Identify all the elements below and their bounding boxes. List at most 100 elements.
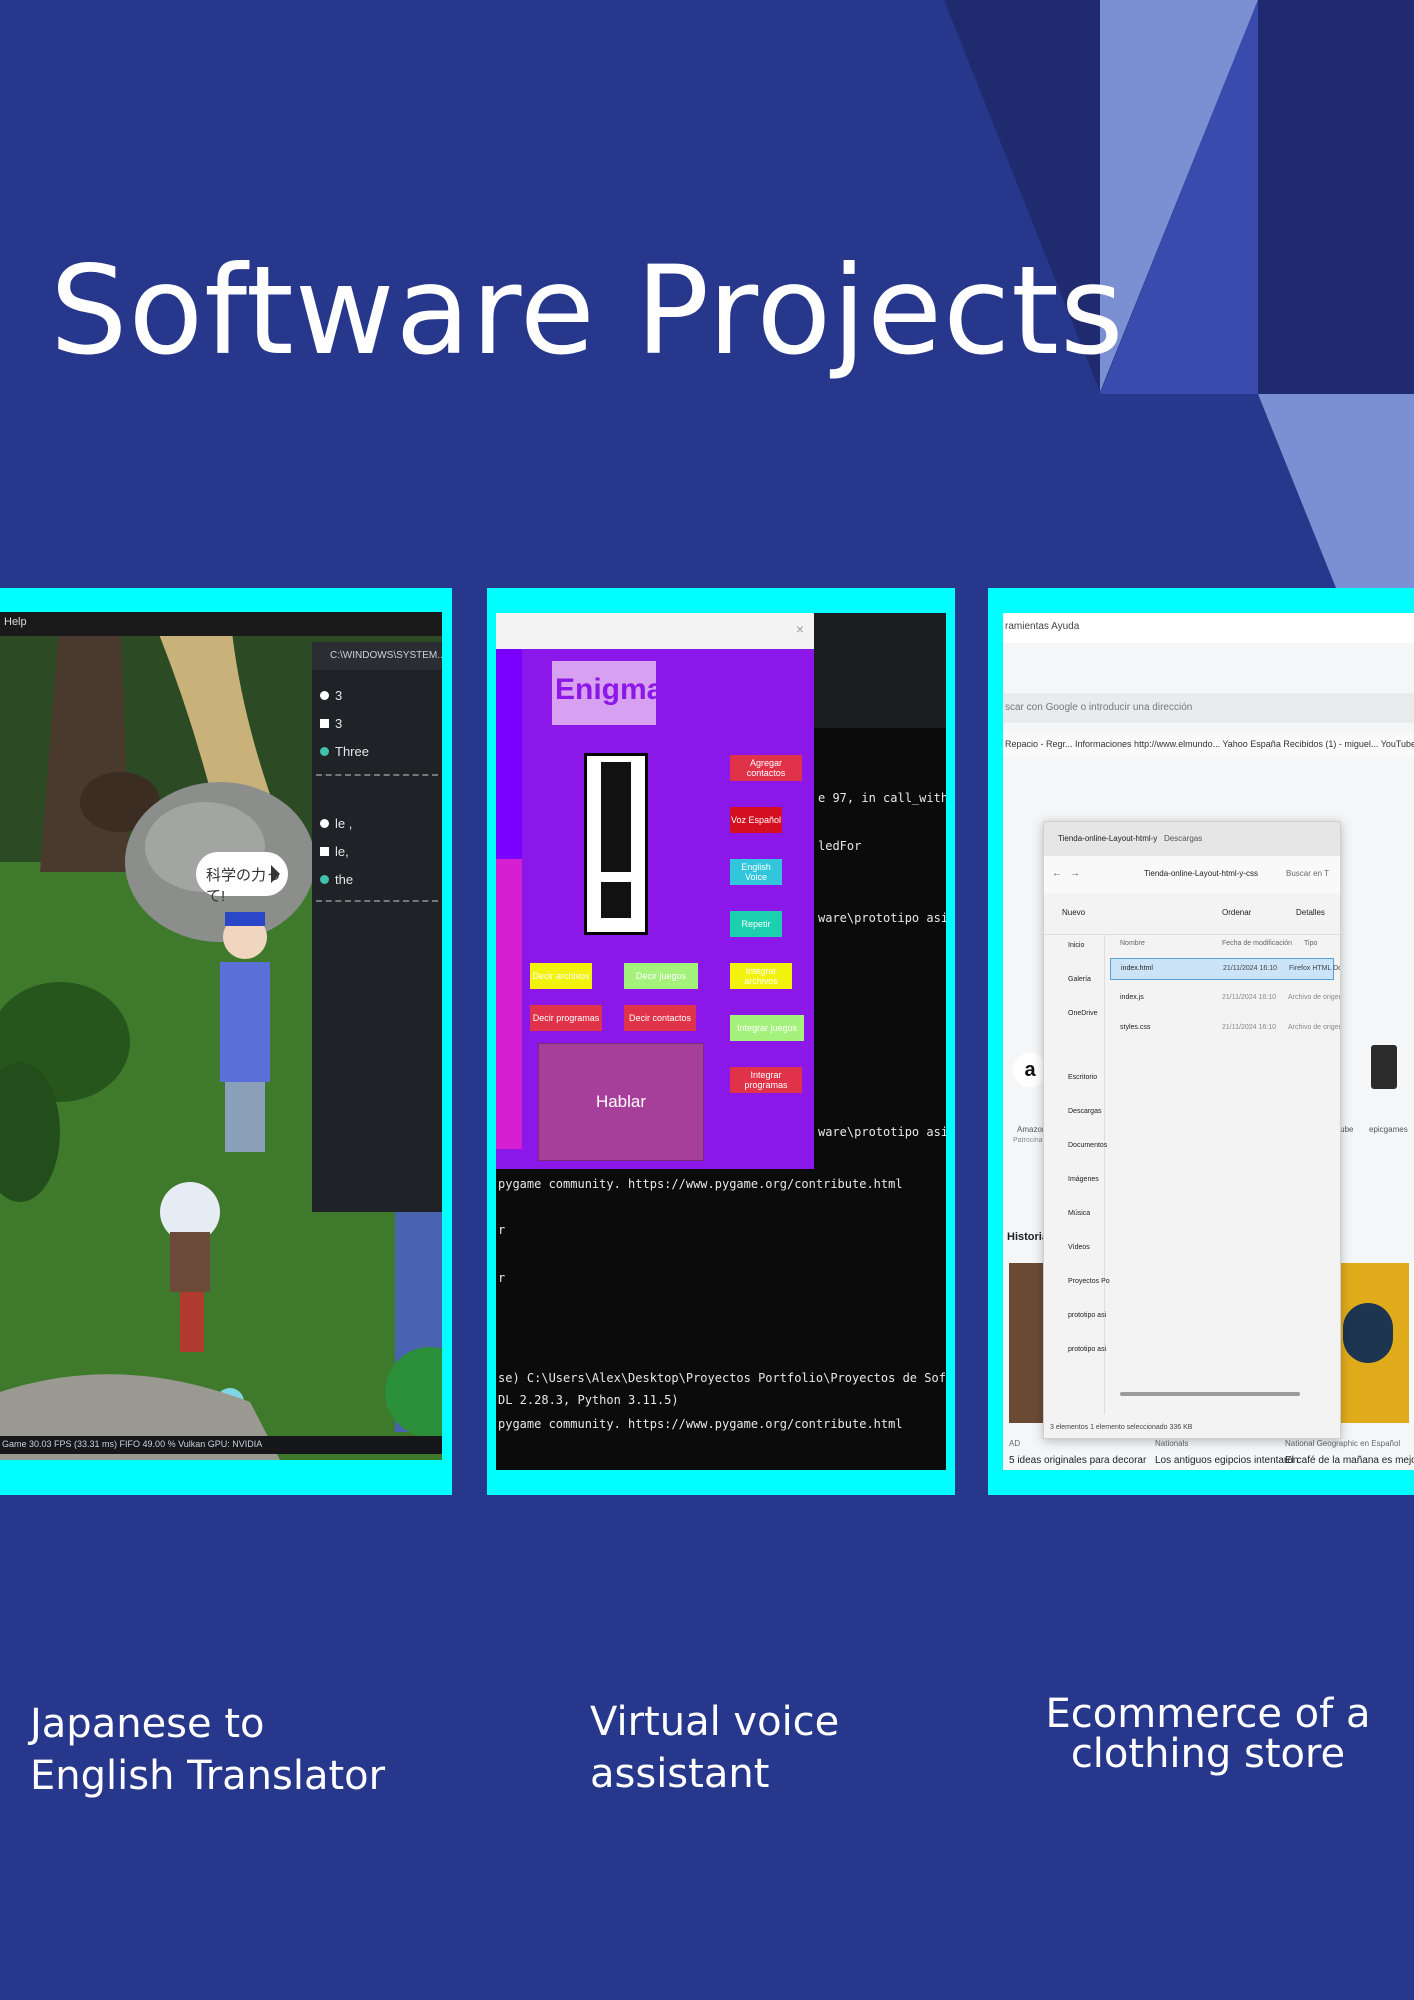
nav-item[interactable]: Descargas <box>1068 1108 1101 1115</box>
file-date: 21/11/2024 16:10 <box>1222 994 1276 1001</box>
browser-address-bar[interactable]: scar con Google o introducir una direcci… <box>1003 693 1414 723</box>
terminal-line: se) C:\Users\Alex\Desktop\Proyectos Port… <box>498 1371 946 1385</box>
app-title-box: Enigma AI <box>552 661 701 725</box>
game-status-bar: Game 30.03 FPS (33.31 ms) FIFO 49.00 % V… <box>0 1436 442 1454</box>
column-header[interactable]: Fecha de modificación <box>1222 940 1292 947</box>
integrate-games-button[interactable]: Integrar juegos <box>730 1015 804 1041</box>
explorer-tab[interactable]: Descargas <box>1164 834 1202 843</box>
bookmarks-bar[interactable]: Repacio - Regr... Informaciones http://w… <box>1003 733 1414 757</box>
console-title: C:\WINDOWS\SYSTEM... <box>330 650 442 661</box>
console-divider <box>316 900 438 902</box>
back-arrow-icon[interactable]: ← <box>1052 868 1062 879</box>
nav-item[interactable]: prototipo asi <box>1068 1346 1106 1353</box>
caption-translator: Japanese to English Translator <box>30 1701 386 1799</box>
console-line: 3 <box>320 688 342 703</box>
terminal-line: ware\prototipo asistente>py <box>818 911 946 925</box>
speech-bubble: 科学の力って! <box>196 852 288 905</box>
integrate-programs-button[interactable]: Integrar programas <box>730 1067 802 1093</box>
explorer-search[interactable]: Buscar en T <box>1286 869 1329 878</box>
nav-item[interactable]: Galería <box>1068 976 1091 983</box>
amazon-icon[interactable]: a <box>1013 1053 1047 1087</box>
caption-voice-assistant: Virtual voice assistant <box>590 1699 840 1797</box>
bookmarks-text[interactable]: Repacio - Regr... Informaciones http://w… <box>1005 739 1414 749</box>
explorer-tab[interactable]: Tienda-online-Layout-html-y <box>1058 834 1157 843</box>
epic-games-icon[interactable] <box>1371 1045 1397 1089</box>
file-row[interactable]: styles.css 21/11/2024 16:10 Archivo de o… <box>1110 1018 1340 1040</box>
explorer-path[interactable]: Tienda-online-Layout-html-y-css <box>1144 869 1258 878</box>
translator-console: C:\WINDOWS\SYSTEM... 3 3 Three le , le, … <box>312 642 442 1212</box>
horizontal-scrollbar[interactable] <box>1120 1392 1300 1396</box>
deco-light-triangle <box>1258 394 1414 588</box>
file-type: Archivo de origen <box>1288 994 1341 1001</box>
bottom-label: AD <box>1009 1439 1021 1448</box>
repeat-button[interactable]: Repetir <box>730 911 782 937</box>
browser-screen: ramientas Ayuda scar con Google o introd… <box>1003 613 1414 1470</box>
nav-item[interactable]: Vídeos <box>1068 1244 1090 1251</box>
file-type: Firefox HTML Doc <box>1289 965 1341 972</box>
terminal-line: r <box>498 1223 506 1237</box>
forward-arrow-icon[interactable]: → <box>1070 868 1080 879</box>
terminal-line: e 97, in call_with_this <box>818 791 946 805</box>
explorer-address-row: ← → Tienda-online-Layout-html-y-css Busc… <box>1044 856 1340 894</box>
explorer-status: 3 elementos 1 elemento seleccionado 336 … <box>1050 1424 1193 1431</box>
nav-item[interactable]: Documentos <box>1068 1142 1107 1149</box>
sort-button[interactable]: Ordenar <box>1222 908 1251 917</box>
file-type: Archivo de origen <box>1288 1024 1341 1031</box>
console-line: 3 <box>320 716 342 731</box>
console-line: Three <box>320 744 369 759</box>
nav-item[interactable]: Escritorio <box>1068 1074 1097 1081</box>
nav-item[interactable]: Música <box>1068 1210 1090 1217</box>
bottom-title[interactable]: El café de la mañana es mejor de <box>1285 1455 1414 1466</box>
bottom-title[interactable]: 5 ideas originales para decorar <box>1009 1455 1146 1466</box>
say-contacts-button[interactable]: Decir contactos <box>624 1005 696 1031</box>
details-button[interactable]: Detalles <box>1296 908 1325 917</box>
explorer-toolbar: Nuevo Ordenar Detalles <box>1044 894 1340 935</box>
say-programs-button[interactable]: Decir programas <box>530 1005 602 1031</box>
file-row[interactable]: index.js 21/11/2024 16:10 Archivo de ori… <box>1110 988 1340 1010</box>
nav-item[interactable]: Inicio <box>1068 942 1084 949</box>
integrate-files-button[interactable]: Integrar archivos <box>730 963 792 989</box>
window-titlebar: × <box>496 613 814 649</box>
game-menu-bar[interactable]: Help <box>0 612 442 636</box>
console-line: le, <box>320 844 349 859</box>
project-screenshot-translator: Help 科学の力って! C:\WINDOWS\SYSTEM... 3 3 Th… <box>0 588 452 1495</box>
story-image[interactable] <box>1329 1263 1409 1423</box>
nav-item[interactable]: prototipo asi <box>1068 1312 1106 1319</box>
address-placeholder: scar con Google o introducir una direcci… <box>1005 702 1193 713</box>
console-titlebar: C:\WINDOWS\SYSTEM... <box>312 642 442 670</box>
terminal-screen: e 97, in call_with_this ledFor ware\prot… <box>496 613 946 1470</box>
column-header[interactable]: Tipo <box>1304 940 1317 947</box>
console-line: le , <box>320 816 352 831</box>
file-row-selected[interactable]: index.html 21/11/2024 16:10 Firefox HTML… <box>1110 958 1340 980</box>
menu-help[interactable]: Help <box>4 616 27 628</box>
close-icon[interactable]: × <box>796 621 804 637</box>
file-name: index.html <box>1121 965 1153 972</box>
new-button[interactable]: Nuevo <box>1062 908 1085 917</box>
globe-icon <box>320 747 329 756</box>
file-explorer-window: Tienda-online-Layout-html-y Descargas ← … <box>1043 821 1341 1439</box>
terminal-line: ware\prototipo asistente>py <box>818 1125 946 1139</box>
english-voice-button[interactable]: English Voice <box>730 859 782 885</box>
nav-item[interactable]: Proyectos Po <box>1068 1278 1110 1285</box>
say-games-button[interactable]: Decir juegos <box>624 963 698 989</box>
left-strip-magenta <box>496 859 522 1149</box>
bottom-label: Nationals <box>1155 1439 1189 1448</box>
numbers-icon <box>320 847 329 856</box>
play-arrow-icon <box>271 865 280 883</box>
bottom-title[interactable]: Los antiguos egipcios intentaron <box>1155 1455 1298 1466</box>
browser-menu[interactable]: ramientas Ayuda <box>1003 613 1414 643</box>
nav-item[interactable]: OneDrive <box>1068 1010 1098 1017</box>
side-left-label: Amazon <box>1017 1125 1047 1134</box>
nav-item[interactable]: Imágenes <box>1068 1176 1099 1183</box>
terminal-line: DL 2.28.3, Python 3.11.5) <box>498 1393 679 1407</box>
add-contacts-button[interactable]: Agregar contactos <box>730 755 802 781</box>
enigma-window: × Enigma AI Agregar contactos Voz Españo… <box>496 613 814 1169</box>
speak-button[interactable]: Hablar <box>538 1043 704 1161</box>
terminal-line: ledFor <box>818 839 862 853</box>
left-strip-violet <box>496 649 522 859</box>
browser-menu-text[interactable]: ramientas Ayuda <box>1005 621 1079 632</box>
spanish-voice-button[interactable]: Voz Español <box>730 807 782 833</box>
say-files-button[interactable]: Decir archivos <box>530 963 592 989</box>
game-screen: Help 科学の力って! C:\WINDOWS\SYSTEM... 3 3 Th… <box>0 612 442 1460</box>
column-header[interactable]: Nombre <box>1120 940 1145 947</box>
